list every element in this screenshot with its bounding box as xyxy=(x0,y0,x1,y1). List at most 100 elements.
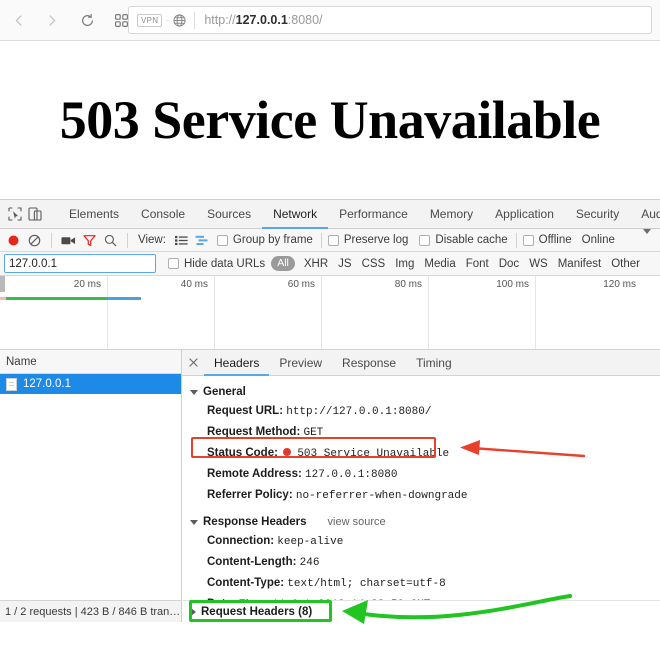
filter-type-all[interactable]: All xyxy=(271,256,295,271)
filter-type-font[interactable]: Font xyxy=(461,258,494,270)
disable-cache-label: Disable cache xyxy=(435,234,507,246)
toolbar-divider-4 xyxy=(516,233,517,248)
tab-elements[interactable]: Elements xyxy=(58,200,130,229)
camera-icon xyxy=(61,235,76,246)
tab-audits[interactable]: Audits xyxy=(630,200,660,229)
filter-input[interactable] xyxy=(4,254,156,273)
close-detail-button[interactable] xyxy=(182,350,204,376)
detail-tab-strip: Headers Preview Response Timing xyxy=(182,350,660,376)
filter-type-ws[interactable]: WS xyxy=(524,258,553,270)
status-code-value: 503 Service Unavailable xyxy=(297,448,449,460)
clear-no-entry-icon xyxy=(28,234,41,247)
header-key: Referrer Policy: xyxy=(207,489,293,501)
preserve-log-checkbox[interactable]: Preserve log xyxy=(328,234,409,246)
detail-tab-response[interactable]: Response xyxy=(332,350,406,376)
filter-type-doc[interactable]: Doc xyxy=(494,258,524,270)
view-label: View: xyxy=(138,234,166,246)
response-headers-section-header[interactable]: Response Headers view source xyxy=(182,513,660,531)
tab-sources[interactable]: Sources xyxy=(196,200,262,229)
filter-type-img[interactable]: Img xyxy=(390,258,419,270)
reload-button[interactable] xyxy=(74,7,100,33)
address-bar-url: http://127.0.0.1:8080/ xyxy=(204,13,322,27)
tab-security[interactable]: Security xyxy=(565,200,630,229)
device-toolbar-button[interactable] xyxy=(28,203,42,225)
tab-network[interactable]: Network xyxy=(262,200,328,229)
offline-label: Offline xyxy=(539,234,572,246)
back-button[interactable] xyxy=(6,7,32,33)
network-toolbar: View: Group b xyxy=(0,229,660,252)
record-circle-icon xyxy=(7,234,20,247)
document-icon xyxy=(6,378,17,391)
record-button[interactable] xyxy=(3,230,24,251)
general-section-title: General xyxy=(203,386,246,398)
filter-type-media[interactable]: Media xyxy=(419,258,460,270)
timeline-left-handle[interactable] xyxy=(0,276,5,292)
tab-application[interactable]: Application xyxy=(484,200,565,229)
timeline-gridline xyxy=(214,276,215,349)
list-view-button[interactable] xyxy=(171,230,192,251)
checkbox-box xyxy=(328,235,339,246)
waterfall-view-button[interactable] xyxy=(192,230,213,251)
tab-memory[interactable]: Memory xyxy=(419,200,484,229)
section-spacer xyxy=(182,506,660,513)
filter-type-css[interactable]: CSS xyxy=(357,258,391,270)
throttling-dropdown-button[interactable] xyxy=(643,234,651,246)
response-row-content-type: Content-Type: text/html; charset=utf-8 xyxy=(182,573,660,594)
timeline-request-bar-blue xyxy=(107,297,141,300)
request-headers-section-header[interactable]: Request Headers (8) xyxy=(183,600,660,622)
filter-type-manifest[interactable]: Manifest xyxy=(553,258,606,270)
chevron-left-icon xyxy=(13,14,26,27)
device-toolbar-icon xyxy=(28,207,42,221)
detail-tab-headers[interactable]: Headers xyxy=(204,350,269,376)
header-key: Request Method: xyxy=(207,426,300,438)
forward-button[interactable] xyxy=(38,7,64,33)
url-scheme: http:// xyxy=(204,13,235,27)
inspect-element-icon xyxy=(8,207,22,221)
network-timeline-overview[interactable]: 20 ms 40 ms 60 ms 80 ms 100 ms 120 ms xyxy=(0,276,660,350)
vpn-separator-dot: · xyxy=(166,15,169,25)
general-row-remote-address: Remote Address: 127.0.0.1:8080 xyxy=(182,464,660,485)
general-row-status-code: Status Code: 503 Service Unavailable xyxy=(182,443,660,464)
reload-icon xyxy=(80,13,95,28)
detail-tab-timing[interactable]: Timing xyxy=(406,350,462,376)
filter-type-other[interactable]: Other xyxy=(606,258,645,270)
tab-console[interactable]: Console xyxy=(130,200,196,229)
header-key: Content-Type: xyxy=(207,577,284,589)
checkbox-box xyxy=(523,235,534,246)
toolbar-divider-3 xyxy=(321,233,322,248)
chevron-right-icon xyxy=(45,14,58,27)
address-bar[interactable]: VPN · http://127.0.0.1:8080/ xyxy=(128,6,652,34)
timeline-tick-label: 20 ms xyxy=(74,279,105,290)
group-by-frame-checkbox[interactable]: Group by frame xyxy=(217,234,313,246)
request-name: 127.0.0.1 xyxy=(23,378,71,390)
offline-checkbox[interactable]: Offline xyxy=(523,234,572,246)
filter-type-xhr[interactable]: XHR xyxy=(299,258,333,270)
request-row-127-0-0-1[interactable]: 127.0.0.1 xyxy=(0,374,181,394)
clear-button[interactable] xyxy=(24,230,45,251)
network-main-split: Name 127.0.0.1 Headers Preview Response … xyxy=(0,350,660,622)
filter-button[interactable] xyxy=(79,230,100,251)
filter-type-js[interactable]: JS xyxy=(333,258,356,270)
detail-tab-preview[interactable]: Preview xyxy=(269,350,332,376)
header-value: keep-alive xyxy=(277,536,343,548)
screenshot-button[interactable] xyxy=(58,230,79,251)
tab-performance[interactable]: Performance xyxy=(328,200,419,229)
inspect-element-button[interactable] xyxy=(8,203,22,225)
globe-icon xyxy=(173,14,186,27)
timeline-tick-label: 100 ms xyxy=(496,279,533,290)
close-icon xyxy=(189,358,198,367)
header-key: Status Code: xyxy=(207,447,278,459)
request-list-header: Name xyxy=(0,350,181,374)
throttling-value[interactable]: Online xyxy=(582,234,615,246)
header-key: Connection: xyxy=(207,535,274,547)
checkbox-box xyxy=(168,258,179,269)
disable-cache-checkbox[interactable]: Disable cache xyxy=(419,234,507,246)
column-header-name: Name xyxy=(6,356,37,368)
grid-tabs-icon xyxy=(115,14,128,27)
search-button[interactable] xyxy=(100,230,121,251)
request-list-panel: Name 127.0.0.1 xyxy=(0,350,182,622)
header-key: Remote Address: xyxy=(207,468,302,480)
view-source-link[interactable]: view source xyxy=(328,516,386,528)
hide-data-urls-checkbox[interactable]: Hide data URLs xyxy=(168,258,265,270)
general-section-header[interactable]: General xyxy=(182,383,660,401)
